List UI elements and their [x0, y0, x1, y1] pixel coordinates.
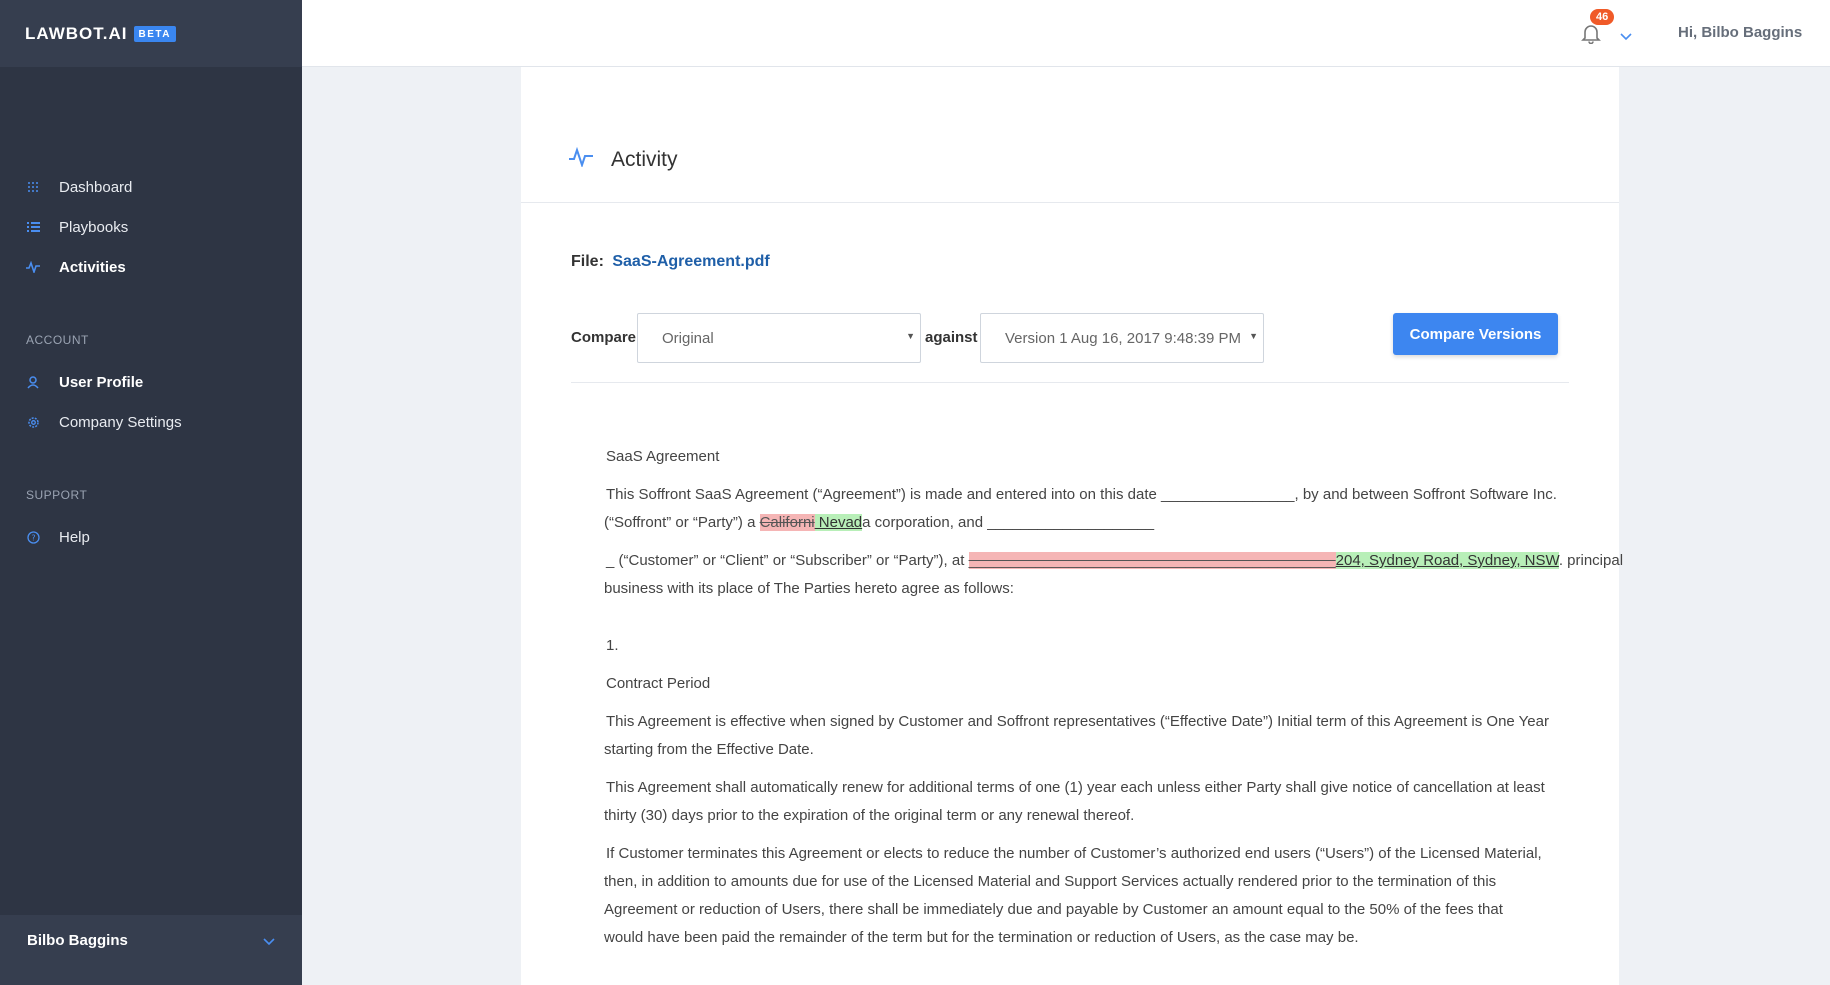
against-label: against [925, 329, 978, 346]
doc-line: Agreement or reduction of Users, there s… [604, 901, 1503, 918]
activity-card: Activity File: SaaS-Agreement.pdf Compar… [521, 67, 1623, 985]
chevron-down-icon[interactable] [1620, 28, 1632, 46]
card-header: Activity [521, 67, 1619, 203]
caret-down-icon: ▼ [1249, 331, 1258, 341]
doc-heading: SaaS Agreement [606, 448, 720, 465]
inserted-text: Nevad [814, 514, 863, 531]
sidebar: LAWBOT.AI BETA Dashboard Playbooks Activ… [0, 0, 302, 985]
doc-text: . principal [1558, 552, 1624, 569]
doc-line: thirty (30) days prior to the expiration… [604, 807, 1135, 824]
compare-select-value: Original [662, 329, 714, 347]
against-select-value: Version 1 Aug 16, 2017 9:48:39 PM [1005, 329, 1242, 347]
top-header: 46 Hi, Bilbo Baggins [302, 0, 1830, 67]
brand[interactable]: LAWBOT.AI BETA [0, 0, 302, 67]
file-link[interactable]: SaaS-Agreement.pdf [612, 253, 769, 270]
user-icon [26, 375, 40, 389]
doc-line: _ (“Customer” or “Client” or “Subscriber… [606, 547, 1623, 575]
doc-line: This Agreement shall automatically renew… [606, 779, 1545, 796]
chevron-down-icon[interactable] [263, 933, 275, 951]
sidebar-item-activities[interactable]: Activities [0, 250, 302, 284]
section-title-account: ACCOUNT [26, 333, 89, 347]
section-title-support: SUPPORT [26, 488, 88, 502]
sidebar-item-user-profile[interactable]: User Profile [0, 365, 302, 399]
list-number: 1. [606, 637, 619, 654]
doc-text: (“Soffront” or “Party”) a [604, 514, 760, 531]
compare-select[interactable]: Original ▼ [637, 313, 921, 363]
doc-line: starting from the Effective Date. [604, 741, 814, 758]
doc-line: would have been paid the remainder of th… [604, 929, 1359, 946]
sidebar-item-label: Playbooks [59, 218, 129, 236]
grid-icon [26, 180, 40, 194]
user-menu[interactable]: Bilbo Baggins [0, 915, 302, 985]
doc-text: a corporation, and ____________________ [862, 514, 1155, 531]
activity-icon [26, 260, 40, 274]
beta-badge: BETA [133, 25, 176, 42]
svg-text:?: ? [31, 533, 35, 542]
inserted-text: 204, Sydney Road, Sydney, NSW [1335, 552, 1559, 569]
file-label: File: [571, 253, 604, 270]
deleted-text: Californi [759, 514, 815, 531]
list-icon [26, 220, 40, 234]
user-greeting[interactable]: Hi, Bilbo Baggins [1678, 24, 1802, 41]
compare-versions-button[interactable]: Compare Versions [1393, 313, 1558, 355]
deleted-text: ________________________________________… [968, 552, 1336, 569]
sidebar-item-label: User Profile [59, 373, 144, 391]
divider [571, 382, 1569, 383]
sidebar-item-label: Help [59, 528, 90, 546]
sidebar-item-label: Dashboard [59, 178, 133, 196]
doc-line: This Soffront SaaS Agreement (“Agreement… [606, 486, 1557, 503]
brand-name[interactable]: LAWBOT.AI [25, 24, 128, 44]
footer-username: Bilbo Baggins [27, 931, 128, 949]
page-title: Activity [611, 148, 678, 171]
doc-line: (“Soffront” or “Party”) a Californi Neva… [604, 509, 1154, 537]
bell-icon[interactable] [1580, 22, 1602, 45]
doc-line: business with its place of The Parties h… [604, 580, 1014, 597]
gear-icon [26, 415, 40, 429]
doc-line: This Agreement is effective when signed … [606, 713, 1549, 730]
sidebar-item-dashboard[interactable]: Dashboard [0, 170, 302, 204]
sidebar-item-label: Company Settings [59, 413, 182, 431]
caret-down-icon: ▼ [906, 331, 915, 341]
doc-line: then, in addition to amounts due for use… [604, 873, 1497, 890]
compare-label: Compare [571, 329, 637, 346]
doc-line: If Customer terminates this Agreement or… [606, 845, 1542, 862]
help-icon: ? [26, 530, 40, 544]
notification-badge: 46 [1590, 9, 1615, 25]
doc-text: _ (“Customer” or “Client” or “Subscriber… [606, 552, 969, 569]
section-title: Contract Period [606, 675, 711, 692]
sidebar-item-label: Activities [59, 258, 126, 276]
sidebar-item-company-settings[interactable]: Company Settings [0, 405, 302, 439]
file-info: File: SaaS-Agreement.pdf [571, 253, 770, 271]
activity-icon [569, 146, 593, 172]
sidebar-item-help[interactable]: ? Help [0, 520, 302, 554]
sidebar-item-playbooks[interactable]: Playbooks [0, 210, 302, 244]
against-select[interactable]: Version 1 Aug 16, 2017 9:48:39 PM ▼ [980, 313, 1264, 363]
